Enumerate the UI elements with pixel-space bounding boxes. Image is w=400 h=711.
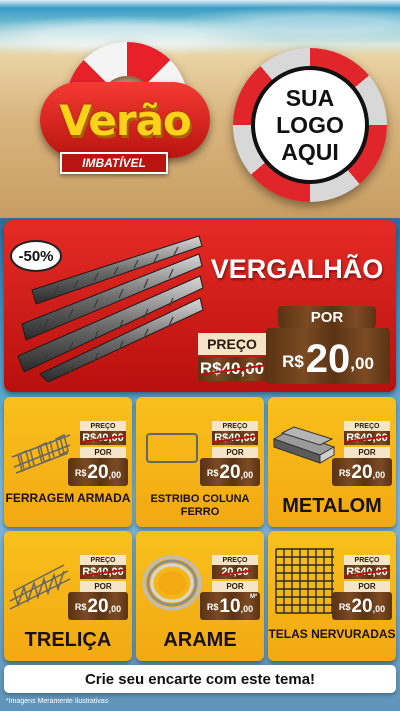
new-price-label: POR (278, 306, 376, 328)
price-decimal: ,00 (372, 470, 386, 480)
new-price-box: R$ 20 ,00 (200, 458, 260, 486)
new-price-label: POR (344, 581, 390, 592)
price-integer: 20 (351, 462, 373, 483)
product-card: PREÇO R$40,00 POR R$ 20 ,00 TELAS NERVUR… (268, 531, 396, 661)
product-card: PREÇO R$40,00 POR R$ 20 ,00 METALOM (268, 397, 396, 527)
old-price-box: R$40,00 (198, 357, 266, 381)
new-price-label: POR (80, 447, 126, 458)
new-price-box: R$ 20 ,00 (266, 328, 390, 384)
new-price-box: R$ 20 ,00 (68, 592, 128, 620)
old-price-label: PREÇO (80, 555, 126, 565)
old-price-box: R$40,00 (212, 431, 258, 445)
old-price-label: PREÇO (344, 555, 390, 565)
discount-badge: -50% (10, 240, 62, 272)
old-price-box: R$40,00 (344, 431, 390, 445)
old-price: R$40,00 (214, 432, 256, 444)
currency: R$ (74, 602, 87, 612)
product-name: TRELIÇA (24, 629, 112, 651)
product-card: PREÇO 20,00 POR R$ 10 ,00 M² ARAME (136, 531, 264, 661)
old-price: R$40,00 (346, 432, 388, 444)
old-price: R$40,00 (82, 566, 124, 578)
price-integer: 20 (305, 337, 351, 381)
old-price-label: PREÇO (212, 555, 258, 565)
old-price: 20,00 (221, 566, 249, 578)
metal-tube-image (272, 426, 336, 464)
currency: R$ (206, 468, 219, 478)
new-price-label: POR (80, 581, 126, 592)
logo-placeholder: SUA LOGO AQUI (251, 66, 369, 184)
old-price-box: 20,00 (212, 565, 258, 579)
price-unit: M² (250, 594, 257, 600)
currency: R$ (74, 468, 87, 478)
old-price-box: R$40,00 (80, 431, 126, 445)
old-price-label: PREÇO (344, 421, 390, 431)
currency: R$ (338, 468, 351, 478)
wire-coil-image (142, 555, 202, 611)
price-integer: 20 (87, 596, 109, 617)
featured-name: VERGALHÃO (210, 254, 384, 284)
price-integer: 10 (219, 596, 241, 617)
currency: R$ (206, 602, 219, 612)
product-card: PREÇO R$40,00 POR R$ 20 ,00 TRELIÇA (4, 531, 132, 661)
new-price-box: R$ 10 ,00 M² (200, 592, 260, 620)
mesh-image (275, 548, 334, 614)
old-price-label: PREÇO (80, 421, 126, 431)
old-price-box: R$40,00 (80, 565, 126, 579)
price-integer: 20 (219, 462, 241, 483)
product-name: ESTRIBO COLUNA FERRO (150, 493, 250, 518)
product-card: PREÇO R$40,00 POR R$ 20 ,00 FERRAGEM ARM… (4, 397, 132, 527)
price-integer: 20 (351, 596, 373, 617)
disclaimer: *Imagens Meramente Ilustrativas (6, 698, 109, 705)
price-decimal: ,00 (240, 470, 254, 480)
new-price-label: POR (344, 447, 390, 458)
old-price: R$40,00 (199, 359, 265, 378)
product-name: FERRAGEM ARMADA (5, 491, 131, 505)
truss-image (9, 564, 71, 610)
product-name: METALOM (282, 495, 382, 517)
old-price: R$40,00 (346, 566, 388, 578)
new-price-label: POR (212, 581, 258, 592)
summer-badge: Verão (40, 82, 210, 158)
old-price-label: PREÇO (212, 421, 258, 431)
new-price-box: R$ 20 ,00 (332, 592, 392, 620)
old-price: R$40,00 (82, 432, 124, 444)
logo-line: AQUI (281, 138, 339, 165)
currency: R$ (282, 352, 304, 371)
price-decimal: ,00 (350, 354, 374, 373)
price-decimal: ,00 (372, 604, 386, 614)
stirrup-image (146, 433, 198, 463)
new-price-box: R$ 20 ,00 (332, 458, 392, 486)
beach-background (0, 0, 400, 60)
price-decimal: ,00 (240, 604, 254, 614)
currency: R$ (338, 602, 351, 612)
product-name: ARAME (163, 629, 237, 651)
logo-line: SUA (285, 84, 335, 111)
price-decimal: ,00 (108, 604, 122, 614)
product-name: TELAS NERVURADAS (268, 627, 396, 641)
new-price-label: POR (212, 447, 258, 458)
price-integer: 20 (87, 462, 109, 483)
badge-title: Verão (59, 95, 192, 145)
rebar-cage-image (11, 433, 71, 474)
old-price-label: PREÇO (198, 333, 266, 355)
cta-banner[interactable]: Crie seu encarte com este tema! (4, 665, 396, 693)
badge-subtitle: IMBATÍVEL (60, 152, 168, 174)
price-decimal: ,00 (108, 470, 122, 480)
old-price-box: R$40,00 (344, 565, 390, 579)
product-card: PREÇO R$40,00 POR R$ 20 ,00 ESTRIBO COLU… (136, 397, 264, 527)
new-price-box: R$ 20 ,00 (68, 458, 128, 486)
logo-line: LOGO (276, 111, 344, 138)
